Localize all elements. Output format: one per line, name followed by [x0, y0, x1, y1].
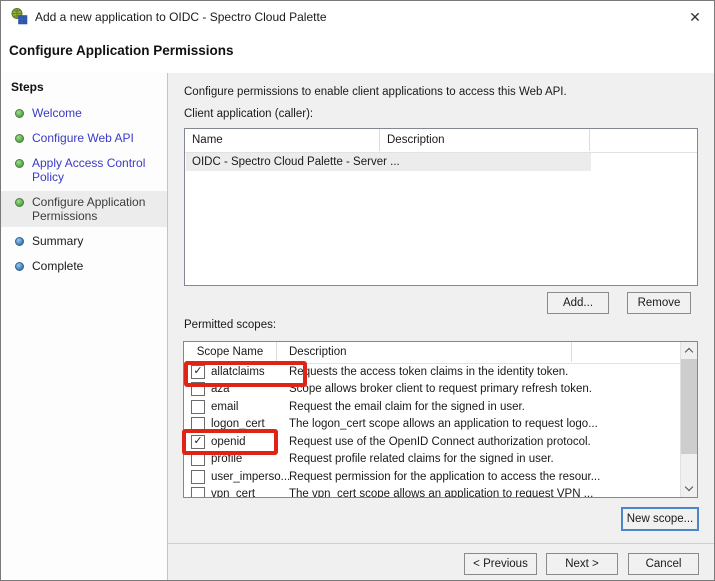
client-table-header: Name Description [185, 129, 697, 153]
scope-description: Scope allows broker client to request pr… [289, 383, 592, 396]
sidebar-item-welcome[interactable]: Welcome [1, 102, 167, 124]
sidebar-item-summary: Summary [1, 230, 167, 252]
column-header-scope-name[interactable]: Scope Name [184, 342, 277, 362]
close-icon[interactable]: ✕ [684, 6, 706, 28]
step-completed-icon [15, 109, 24, 118]
sidebar-item-configure-application-permissions: Configure Application Permissions [1, 191, 167, 227]
step-completed-icon [15, 134, 24, 143]
page-title: Configure Application Permissions [9, 43, 234, 58]
step-current-icon [15, 198, 24, 207]
scope-checkbox[interactable] [191, 452, 205, 467]
column-header-name[interactable]: Name [185, 129, 380, 151]
scope-name: vpn_cert [211, 488, 256, 497]
permitted-scopes-label: Permitted scopes: [184, 319, 277, 331]
scope-row-openid[interactable]: ✓ openid Request use of the OpenID Conne… [184, 433, 680, 451]
next-button[interactable]: Next > [546, 553, 618, 575]
column-header-description[interactable]: Description [277, 342, 572, 362]
step-label: Complete [32, 259, 84, 273]
scope-description: Request use of the OpenID Connect author… [289, 435, 591, 448]
scroll-up-icon[interactable] [681, 342, 697, 359]
step-label: Configure Web API [32, 131, 134, 145]
client-application-row[interactable]: OIDC - Spectro Cloud Palette - Server ..… [186, 153, 591, 171]
steps-sidebar: Steps Welcome Configure Web API Apply Ac… [1, 73, 168, 580]
scope-row-aza[interactable]: aza Scope allows broker client to reques… [184, 381, 680, 399]
scope-row-allatclaims[interactable]: ✓ allatclaims Requests the access token … [184, 363, 680, 381]
cancel-button[interactable]: Cancel [628, 553, 699, 575]
step-label: Configure Application Permissions [32, 195, 146, 223]
scope-description: The vpn_cert scope allows an application… [289, 488, 594, 497]
app-icon [11, 8, 28, 25]
remove-button[interactable]: Remove [627, 292, 691, 314]
new-scope-button[interactable]: New scope... [621, 507, 699, 531]
sidebar-item-complete: Complete [1, 255, 167, 277]
client-application-label: Client application (caller): [184, 108, 314, 120]
scope-checkbox[interactable] [191, 469, 205, 484]
step-label: Apply Access Control Policy [32, 156, 146, 184]
scope-checkbox[interactable] [191, 417, 205, 432]
scope-row-logon-cert[interactable]: logon_cert The logon_cert scope allows a… [184, 416, 680, 434]
intro-text: Configure permissions to enable client a… [184, 86, 567, 98]
sidebar-item-apply-access-control-policy[interactable]: Apply Access Control Policy [1, 152, 167, 188]
step-upcoming-icon [15, 262, 24, 271]
scopes-table-header: Scope Name Description [184, 342, 697, 364]
scope-name: allatclaims [211, 365, 265, 378]
scope-description: Request profile related claims for the s… [289, 453, 554, 466]
column-header-description[interactable]: Description [380, 129, 590, 151]
step-upcoming-icon [15, 237, 24, 246]
scope-checkbox[interactable]: ✓ [191, 434, 205, 449]
scope-row-profile[interactable]: profile Request profile related claims f… [184, 451, 680, 469]
scope-name: logon_cert [211, 418, 265, 431]
scope-description: Requests the access token claims in the … [289, 365, 569, 378]
scope-checkbox[interactable] [191, 382, 205, 397]
scope-name: user_imperso... [211, 470, 289, 483]
sidebar-item-configure-web-api[interactable]: Configure Web API [1, 127, 167, 149]
scroll-down-icon[interactable] [681, 480, 697, 497]
scope-row-email[interactable]: email Request the email claim for the si… [184, 398, 680, 416]
scope-name: profile [211, 453, 243, 466]
add-button[interactable]: Add... [547, 292, 609, 314]
scope-name: openid [211, 435, 246, 448]
title-bar: Add a new application to OIDC - Spectro … [1, 1, 714, 33]
scope-checkbox[interactable] [191, 399, 205, 414]
steps-heading: Steps [11, 80, 44, 94]
scopes-scrollbar[interactable] [680, 342, 697, 497]
scope-description: Request permission for the application t… [289, 470, 601, 483]
permitted-scopes-table: Scope Name Description ✓ allatclaims Req… [183, 341, 698, 498]
scope-name: aza [211, 383, 230, 396]
scope-checkbox[interactable]: ✓ [191, 364, 205, 379]
scope-checkbox[interactable] [191, 487, 205, 497]
scopes-rows: ✓ allatclaims Requests the access token … [184, 363, 680, 497]
scrollbar-thumb[interactable] [681, 359, 697, 454]
wizard-window: Add a new application to OIDC - Spectro … [0, 0, 715, 581]
previous-button[interactable]: < Previous [464, 553, 537, 575]
client-application-table: Name Description OIDC - Spectro Cloud Pa… [184, 128, 698, 286]
window-title: Add a new application to OIDC - Spectro … [35, 10, 327, 24]
scope-row-user-impersonation[interactable]: user_imperso... Request permission for t… [184, 468, 680, 486]
step-label: Summary [32, 234, 84, 248]
scope-description: The logon_cert scope allows an applicati… [289, 418, 598, 431]
scope-row-vpn-cert[interactable]: vpn_cert The vpn_cert scope allows an ap… [184, 486, 680, 497]
scope-description: Request the email claim for the signed i… [289, 400, 525, 413]
scope-name: email [211, 400, 239, 413]
page-header: Configure Application Permissions [1, 32, 714, 74]
step-label: Welcome [32, 106, 82, 120]
step-completed-icon [15, 159, 24, 168]
